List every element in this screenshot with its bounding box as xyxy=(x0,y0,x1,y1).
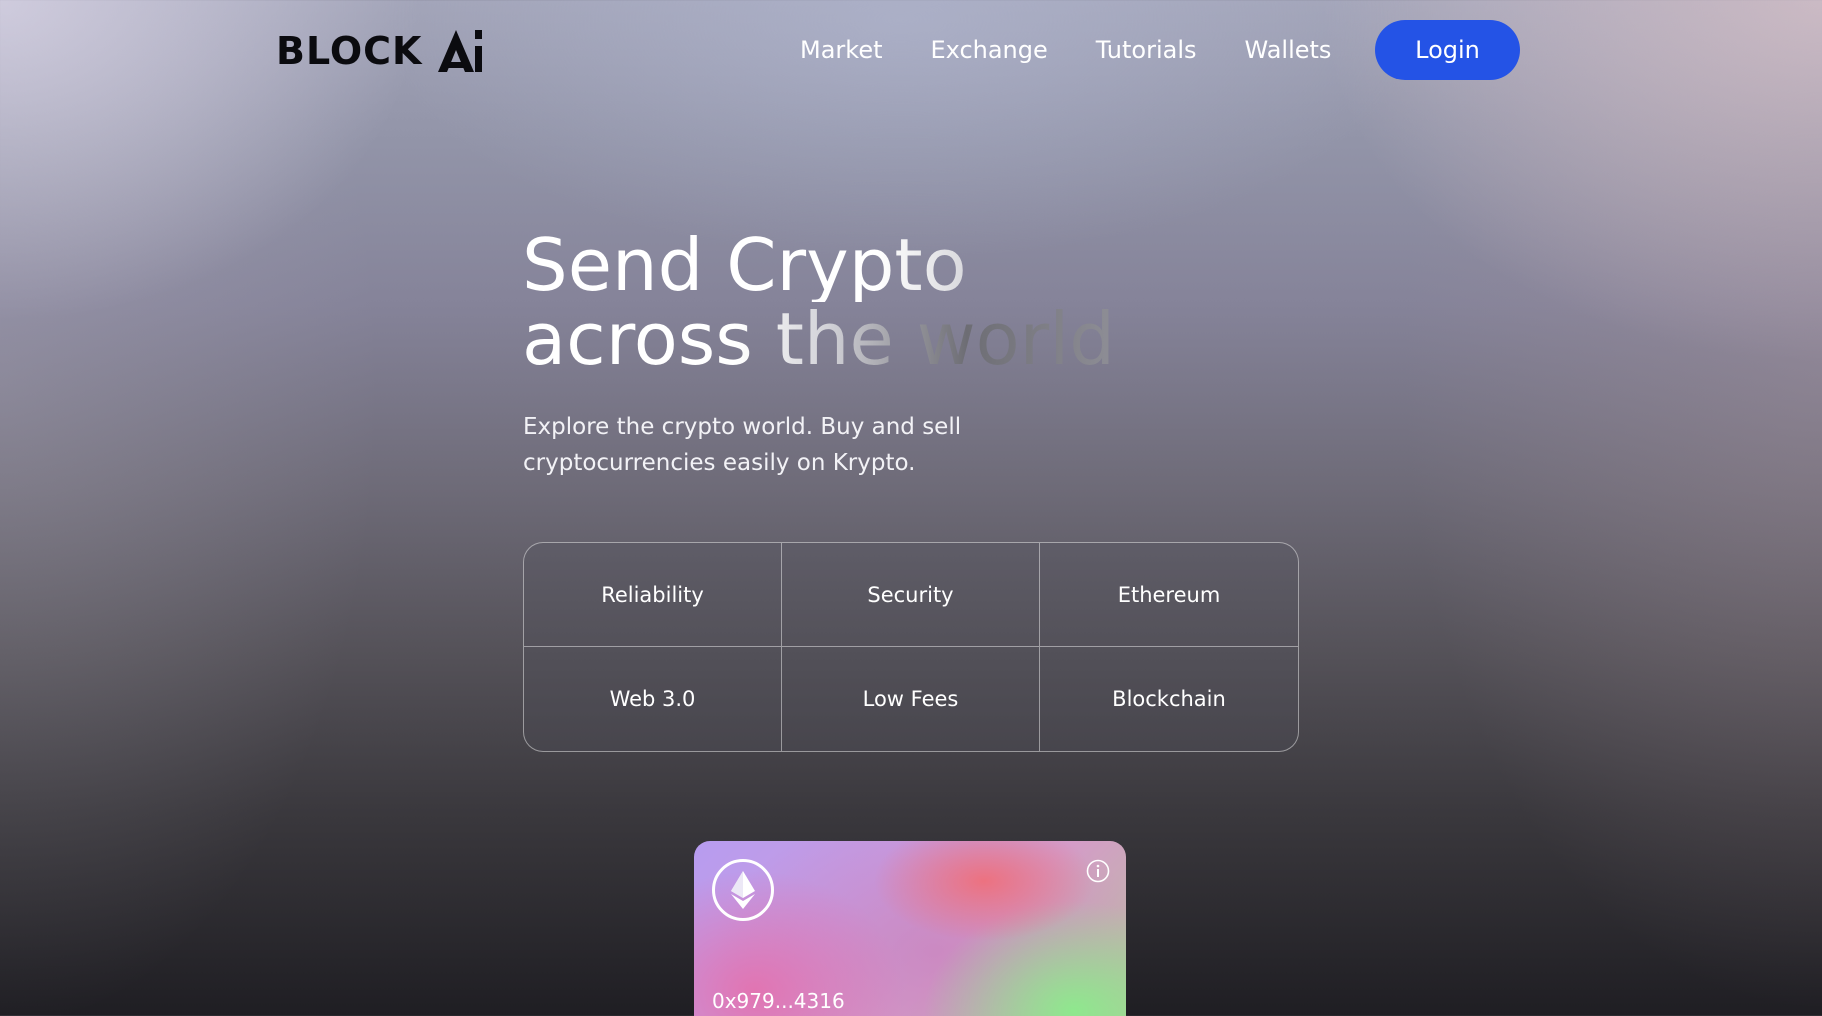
logo-wordmark: BLOCK xyxy=(276,29,423,73)
brand-logo[interactable]: BLOCK xyxy=(276,24,484,74)
feature-low-fees: Low Fees xyxy=(782,647,1040,751)
feature-web3: Web 3.0 xyxy=(524,647,782,751)
main-nav: Market Exchange Tutorials Wallets xyxy=(800,20,1379,80)
ethereum-card: 0x979...4316 xyxy=(694,841,1126,1016)
wallet-address: 0x979...4316 xyxy=(712,989,845,1013)
hero-subtitle: Explore the crypto world. Buy and sell c… xyxy=(523,414,962,476)
hero-title-line1: Send Crypto xyxy=(522,228,1115,302)
hero-title: Send Crypto across the world xyxy=(522,228,1115,376)
nav-link-exchange[interactable]: Exchange xyxy=(931,36,1048,64)
nav-link-market[interactable]: Market xyxy=(800,36,883,64)
background-glow-left xyxy=(0,0,520,1016)
feature-grid: Reliability Security Ethereum Web 3.0 Lo… xyxy=(523,542,1299,752)
login-button[interactable]: Login xyxy=(1375,20,1520,80)
nav-link-wallets[interactable]: Wallets xyxy=(1245,36,1332,64)
logo-ai-icon xyxy=(438,30,483,72)
ethereum-icon xyxy=(712,859,774,921)
feature-ethereum: Ethereum xyxy=(1040,543,1298,647)
feature-blockchain: Blockchain xyxy=(1112,687,1226,711)
hero-title-line2: across the world xyxy=(522,297,1115,381)
feature-reliability: Reliability xyxy=(524,543,782,647)
ethereum-glyph-icon xyxy=(731,871,755,909)
nav-link-tutorials[interactable]: Tutorials xyxy=(1096,36,1197,64)
background-glow-right xyxy=(1302,0,1822,1016)
feature-security: Security xyxy=(782,543,1040,647)
info-icon[interactable] xyxy=(1086,859,1110,883)
